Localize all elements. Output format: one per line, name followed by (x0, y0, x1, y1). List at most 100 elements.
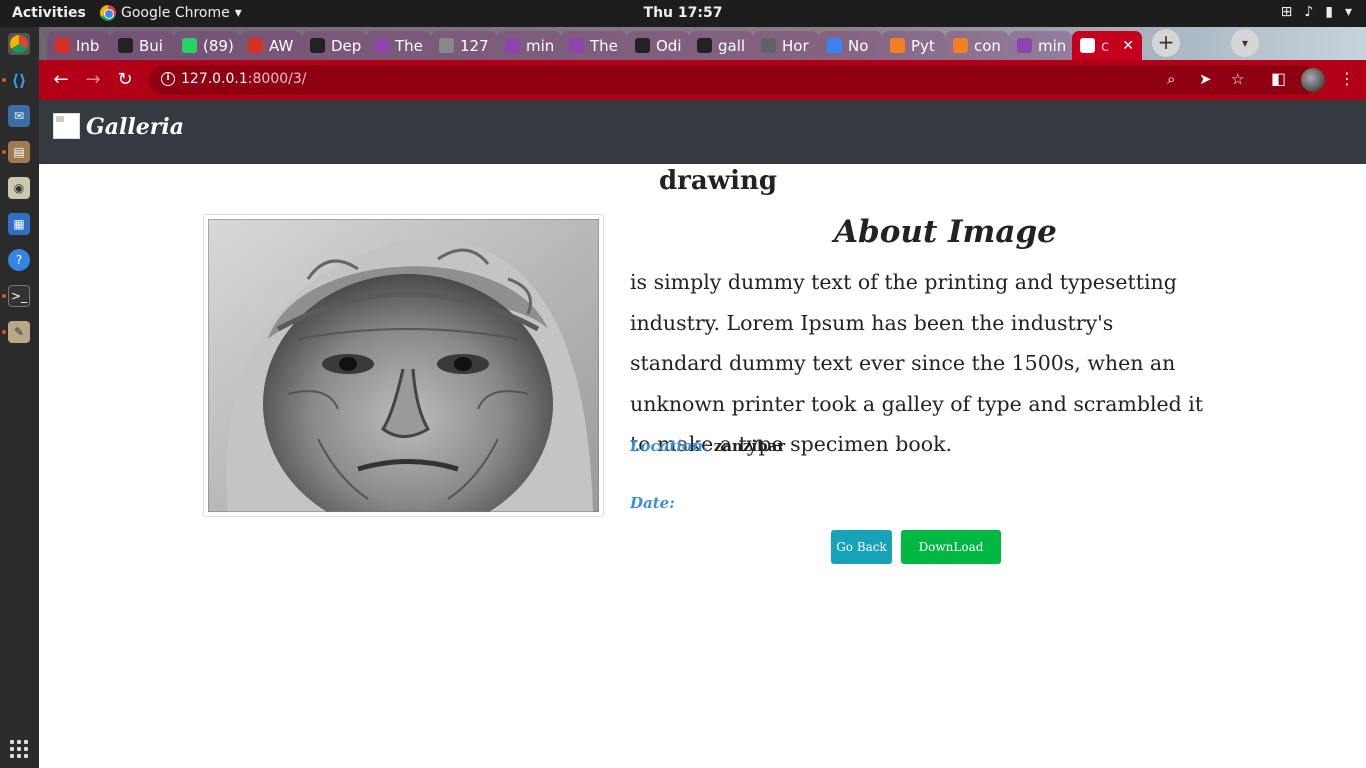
whatsapp-icon (182, 38, 197, 53)
stack-icon (890, 38, 905, 53)
app-menu[interactable]: Google Chrome ▾ (100, 5, 242, 21)
profile-avatar[interactable] (1301, 68, 1325, 92)
web-page: Galleria drawing About Image is simply d… (39, 100, 1366, 768)
heroku-icon (1017, 38, 1032, 53)
tab-label: No (848, 36, 869, 55)
chevron-down-icon[interactable]: ▾ (1345, 4, 1352, 20)
bookmark-star-icon[interactable]: ☆ (1231, 70, 1244, 88)
broken-logo-image[interactable] (53, 113, 80, 139)
go-back-button[interactable]: Go Back (831, 530, 892, 564)
browser-tab[interactable]: Hor (753, 31, 819, 60)
url-text[interactable]: 127.0.0.1:8000/3/ (181, 71, 306, 87)
tab-label: min (526, 36, 555, 55)
tab-label: c (1101, 36, 1110, 55)
network-icon[interactable]: ⊞ (1281, 4, 1293, 20)
browser-tab[interactable]: c ✕ (1072, 31, 1142, 60)
browser-tab[interactable]: Bui (110, 31, 174, 60)
reload-icon[interactable]: ↻ (113, 68, 137, 92)
location-row: Location: zanzibar (630, 437, 785, 455)
forward-arrow-icon[interactable]: → (81, 68, 105, 92)
browser-tab[interactable]: Odi (627, 31, 689, 60)
gmail-icon (248, 38, 263, 53)
tab-label: Pyt (911, 36, 935, 55)
browser-tab[interactable]: Pyt (882, 31, 945, 60)
github-icon (310, 38, 325, 53)
tab-label: con (974, 36, 1001, 55)
site-brand[interactable]: Galleria (86, 114, 184, 140)
activities-button[interactable]: Activities (12, 5, 86, 21)
side-panel-icon[interactable]: ◧ (1271, 69, 1286, 88)
browser-tab[interactable]: (89) (174, 31, 240, 60)
tab-label: (89) (203, 36, 234, 55)
back-arrow-icon[interactable]: ← (49, 68, 73, 92)
browser-tab[interactable]: No (819, 31, 882, 60)
tab-label: AW (269, 36, 294, 55)
browser-tab[interactable]: 127 (431, 31, 497, 60)
files-icon[interactable]: ▤ (8, 141, 30, 163)
volume-icon[interactable]: ♪ (1304, 4, 1313, 20)
browser-toolbar: ← → ↻ i 127.0.0.1:8000/3/ ⌕ ➤ ☆ ◧ ⋮ (39, 60, 1366, 100)
tab-label: Hor (782, 36, 809, 55)
download-image-button[interactable]: DownLoad Image (901, 530, 1001, 588)
battery-icon[interactable]: ▮ (1325, 4, 1333, 20)
build-icon (118, 38, 133, 53)
chrome-dock-icon[interactable] (8, 33, 30, 55)
browser-tab[interactable]: Dep (302, 31, 366, 60)
address-bar[interactable]: i 127.0.0.1:8000/3/ ⌕ ➤ ☆ (149, 65, 1319, 95)
tab-label: Bui (139, 36, 163, 55)
tab-label: Odi (656, 36, 682, 55)
tab-label: The (590, 36, 618, 55)
text-editor-icon[interactable]: ✎ (8, 321, 30, 343)
site-navbar: Galleria (39, 100, 1366, 164)
writer-icon[interactable]: ▦ (8, 213, 30, 235)
terminal-icon[interactable]: >_ (8, 285, 30, 307)
rhythmbox-icon[interactable]: ◉ (8, 177, 30, 199)
gmail-icon (55, 38, 70, 53)
browser-tab[interactable]: min (1009, 31, 1072, 60)
vscode-icon[interactable]: ⟨⟩ (8, 69, 30, 91)
browser-tab[interactable]: AW (240, 31, 302, 60)
info-icon[interactable]: i (161, 72, 175, 86)
tab-search-button[interactable]: ▾ (1231, 29, 1259, 57)
tab-label: Inb (76, 36, 100, 55)
help-icon[interactable]: ? (8, 249, 30, 271)
heroku-icon (569, 38, 584, 53)
system-tray[interactable]: ⊞ ♪ ▮ ▾ (1281, 4, 1352, 20)
circle-icon (827, 38, 842, 53)
url-host: 127.0.0.1 (181, 71, 248, 87)
browser-tab[interactable]: The (561, 31, 627, 60)
drawing-image (208, 219, 599, 512)
browser-tab[interactable]: con (945, 31, 1009, 60)
browser-tab[interactable]: Inb (47, 31, 110, 60)
location-value: zanzibar (713, 437, 786, 455)
heroku-icon (374, 38, 389, 53)
chevron-down-icon: ▾ (234, 5, 242, 21)
running-indicator (2, 330, 6, 334)
thunderbird-icon[interactable]: ✉ (8, 105, 30, 127)
app-menu-label: Google Chrome (121, 5, 230, 21)
send-icon[interactable]: ➤ (1199, 70, 1212, 88)
image-thumbnail-frame (203, 214, 604, 517)
browser-tab[interactable]: gall (689, 31, 753, 60)
github-icon (697, 38, 712, 53)
tab-label: The (395, 36, 423, 55)
image-description: is simply dummy text of the printing and… (630, 270, 1204, 456)
new-tab-button[interactable]: + (1152, 29, 1180, 57)
running-indicator (2, 78, 6, 82)
tab-label: 127 (460, 36, 489, 55)
globe-icon (761, 38, 776, 53)
github-icon (635, 38, 650, 53)
show-applications-icon[interactable] (10, 740, 28, 758)
browser-tab[interactable]: min (497, 31, 561, 60)
heroku-icon (505, 38, 520, 53)
tab-label: gall (718, 36, 746, 55)
running-indicator (2, 150, 6, 154)
image-title: drawing (659, 166, 778, 196)
menu-kebab-icon[interactable]: ⋮ (1339, 69, 1355, 88)
browser-tab[interactable]: The (366, 31, 431, 60)
date-label: Date: (630, 494, 675, 512)
close-icon[interactable]: ✕ (1122, 38, 1134, 54)
zoom-icon[interactable]: ⌕ (1167, 70, 1175, 88)
tab-label: min (1038, 36, 1067, 55)
globe-icon (1080, 38, 1095, 53)
